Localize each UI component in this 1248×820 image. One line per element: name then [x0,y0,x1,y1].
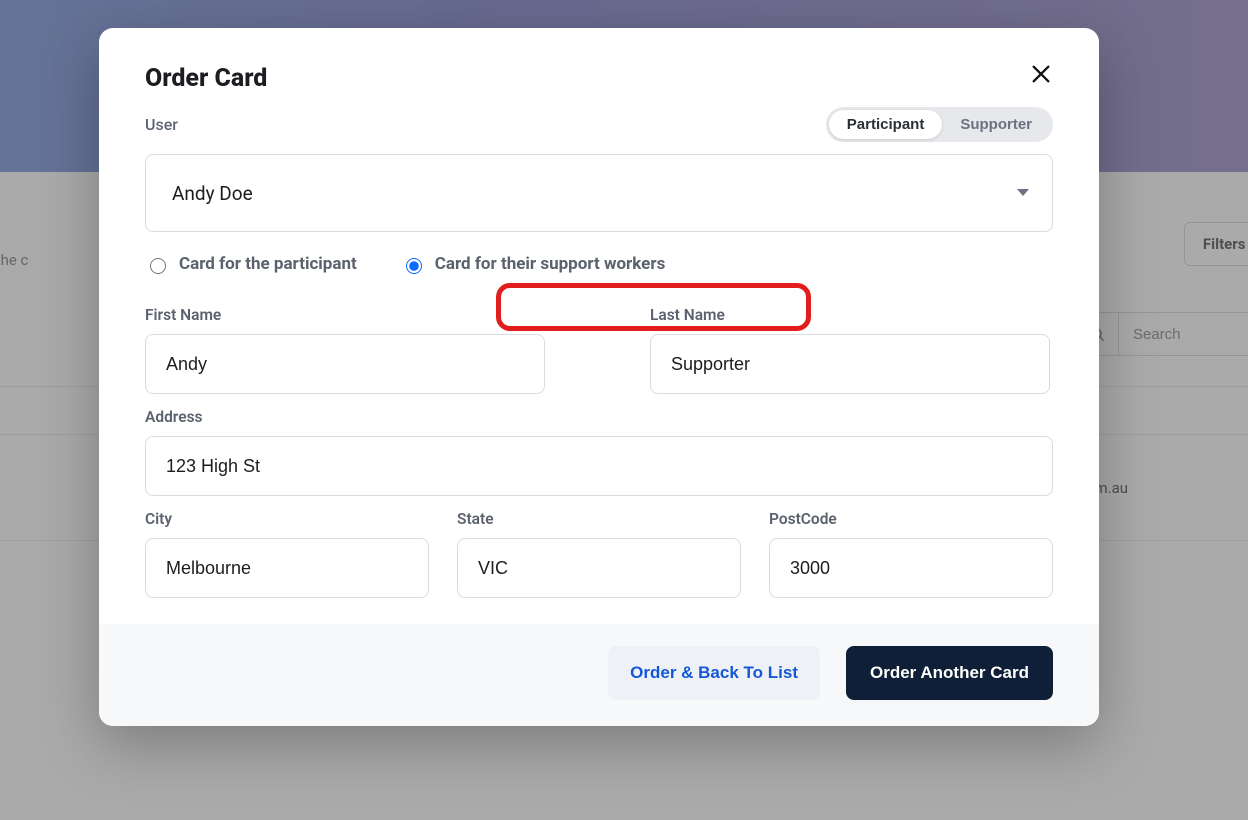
user-type-toggle: Participant Supporter [826,107,1053,142]
radio-card-participant-label: Card for the participant [179,254,357,274]
state-label: State [457,510,741,528]
radio-card-participant-input[interactable] [150,258,166,274]
chevron-down-icon [1016,188,1030,198]
city-field-wrap: City [145,496,429,598]
first-name-field-wrap: First Name [145,292,548,394]
address-field[interactable] [145,436,1053,496]
address-field-wrap: Address [145,394,1053,496]
user-select-value: Andy Doe [172,182,253,205]
radio-card-support-workers-input[interactable] [406,258,422,274]
modal-title: Order Card [145,64,1053,93]
radio-card-participant[interactable]: Card for the participant [145,254,357,274]
last-name-label: Last Name [650,306,1053,324]
first-name-field[interactable] [145,334,545,394]
toggle-participant[interactable]: Participant [829,110,943,139]
postcode-label: PostCode [769,510,1053,528]
user-select[interactable]: Andy Doe [145,154,1053,232]
city-field[interactable] [145,538,429,598]
state-field-wrap: State [457,496,741,598]
card-target-radio-group: Card for the participant Card for their … [145,254,1053,274]
first-name-label: First Name [145,306,548,324]
toggle-supporter[interactable]: Supporter [942,110,1050,139]
state-field[interactable] [457,538,741,598]
address-label: Address [145,408,1053,426]
close-icon [1030,60,1052,92]
radio-card-support-workers[interactable]: Card for their support workers [401,254,666,274]
order-back-to-list-button[interactable]: Order & Back To List [608,646,820,700]
order-card-modal: Order Card User Participant Supporter An… [99,28,1099,726]
modal-footer: Order & Back To List Order Another Card [99,624,1099,726]
last-name-field-wrap: Last Name [650,292,1053,394]
city-label: City [145,510,429,528]
postcode-field-wrap: PostCode [769,496,1053,598]
postcode-field[interactable] [769,538,1053,598]
last-name-field[interactable] [650,334,1050,394]
order-another-card-button[interactable]: Order Another Card [846,646,1053,700]
radio-card-support-workers-label: Card for their support workers [435,254,666,274]
close-button[interactable] [1023,58,1059,94]
user-label: User [145,115,178,134]
